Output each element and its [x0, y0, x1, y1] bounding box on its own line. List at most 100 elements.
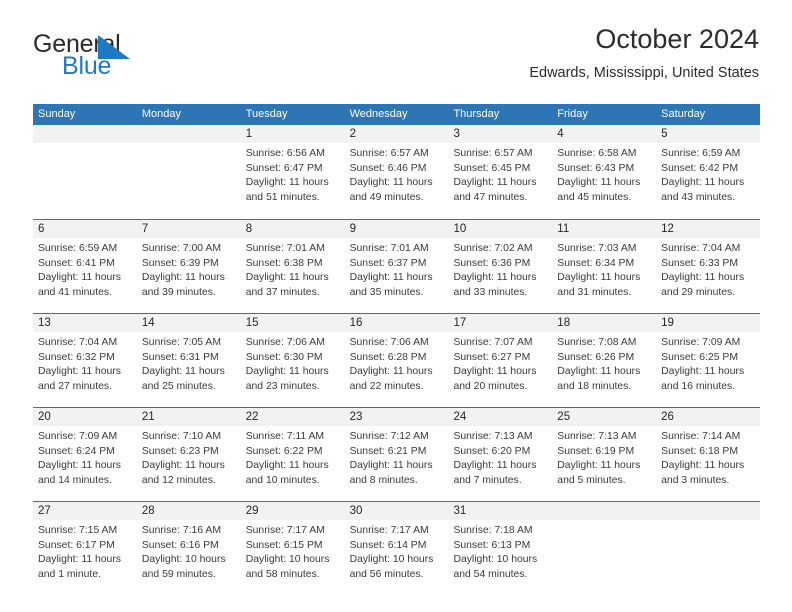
- day-sun-info: Sunrise: 7:17 AM Sunset: 6:15 PM Daylight:…: [241, 520, 345, 582]
- day-sun-info: Sunrise: 7:07 AM Sunset: 6:27 PM Daylight:…: [448, 332, 552, 394]
- day-cell[interactable]: 4 Sunrise: 6:58 AM Sunset: 6:43 PM Daylight…: [552, 125, 657, 219]
- day-cell[interactable]: 7 Sunrise: 7:00 AM Sunset: 6:39 PM Daylight…: [136, 220, 241, 313]
- day-cell[interactable]: 28 Sunrise: 7:16 AM Sunset: 6:16 PM Dayligh…: [136, 502, 241, 595]
- day-cell[interactable]: 22 Sunrise: 7:11 AM Sunset: 6:22 PM Dayligh…: [240, 408, 345, 501]
- day-cell[interactable]: 11 Sunrise: 7:03 AM Sunset: 6:34 PM Dayligh…: [552, 220, 657, 313]
- calendar-week-row: 1 Sunrise: 6:56 AM Sunset: 6:47 PM Daylight…: [33, 125, 761, 219]
- sunrise-text: Sunrise: 7:04 AM: [661, 243, 741, 254]
- day-sun-info: Sunrise: 6:57 AM Sunset: 6:46 PM Daylight:…: [345, 143, 449, 205]
- daylight-text: Daylight: 11 hours and 23 minutes.: [245, 366, 329, 392]
- day-number-band: 15: [240, 314, 345, 332]
- sunset-text: Sunset: 6:46 PM: [349, 162, 427, 174]
- day-number: 8: [245, 223, 253, 235]
- brand-name-blue: Blue: [62, 52, 112, 80]
- day-cell-empty: [656, 502, 761, 595]
- daylight-text: Daylight: 11 hours and 39 minutes.: [141, 272, 225, 298]
- daylight-text: Daylight: 11 hours and 29 minutes.: [661, 272, 745, 298]
- daylight-text: Daylight: 11 hours and 47 minutes.: [453, 177, 537, 203]
- day-cell[interactable]: 30 Sunrise: 7:17 AM Sunset: 6:14 PM Dayligh…: [344, 502, 449, 595]
- day-cell[interactable]: 24 Sunrise: 7:13 AM Sunset: 6:20 PM Dayligh…: [448, 408, 553, 501]
- daylight-text: Daylight: 11 hours and 41 minutes.: [38, 272, 121, 298]
- day-number: 6: [38, 223, 45, 235]
- day-cell[interactable]: 16 Sunrise: 7:06 AM Sunset: 6:28 PM Dayligh…: [344, 314, 449, 407]
- sunset-text: Sunset: 6:20 PM: [453, 445, 531, 457]
- day-cell-empty: [552, 502, 657, 595]
- sunrise-text: Sunrise: 7:16 AM: [141, 525, 221, 536]
- day-cell[interactable]: 18 Sunrise: 7:08 AM Sunset: 6:26 PM Dayligh…: [552, 314, 657, 407]
- day-cell-empty: [136, 125, 241, 219]
- day-cell[interactable]: 23 Sunrise: 7:12 AM Sunset: 6:21 PM Dayligh…: [344, 408, 449, 501]
- day-cell[interactable]: 19 Sunrise: 7:09 AM Sunset: 6:25 PM Dayligh…: [656, 314, 761, 407]
- day-cell[interactable]: 31 Sunrise: 7:18 AM Sunset: 6:13 PM Dayligh…: [448, 502, 553, 595]
- sunset-text: Sunset: 6:25 PM: [661, 351, 738, 363]
- daylight-text: Daylight: 11 hours and 51 minutes.: [245, 177, 329, 203]
- sunrise-text: Sunrise: 7:08 AM: [557, 337, 637, 348]
- day-cell[interactable]: 9 Sunrise: 7:01 AM Sunset: 6:37 PM Daylight…: [344, 220, 449, 313]
- day-cell[interactable]: 26 Sunrise: 7:14 AM Sunset: 6:18 PM Dayligh…: [656, 408, 761, 501]
- day-number-band: 11: [552, 220, 657, 238]
- sunrise-text: Sunrise: 7:07 AM: [453, 337, 533, 348]
- daylight-text: Daylight: 11 hours and 20 minutes.: [453, 366, 537, 392]
- daylight-text: Daylight: 11 hours and 10 minutes.: [245, 460, 329, 486]
- title-block: October 2024 Edwards, Mississippi, Unite…: [529, 22, 759, 84]
- day-number-band: 18: [552, 314, 657, 332]
- day-number-band: 3: [448, 125, 553, 143]
- day-cell[interactable]: 25 Sunrise: 7:13 AM Sunset: 6:19 PM Dayligh…: [552, 408, 657, 501]
- sunset-text: Sunset: 6:23 PM: [141, 445, 219, 457]
- day-cell[interactable]: 2 Sunrise: 6:57 AM Sunset: 6:46 PM Daylight…: [344, 125, 449, 219]
- day-sun-info: Sunrise: 7:02 AM Sunset: 6:36 PM Daylight:…: [448, 238, 552, 300]
- day-number: 7: [141, 223, 149, 235]
- day-cell[interactable]: 20 Sunrise: 7:09 AM Sunset: 6:24 PM Dayligh…: [33, 408, 137, 501]
- day-sun-info: Sunrise: 6:59 AM Sunset: 6:41 PM Daylight:…: [33, 238, 137, 300]
- sunrise-text: Sunrise: 7:17 AM: [245, 525, 325, 536]
- daylight-text: Daylight: 11 hours and 12 minutes.: [141, 460, 225, 486]
- day-cell[interactable]: 6 Sunrise: 6:59 AM Sunset: 6:41 PM Daylight…: [33, 220, 137, 313]
- sunset-text: Sunset: 6:22 PM: [245, 445, 323, 457]
- day-number: 10: [453, 223, 467, 235]
- day-sun-info: Sunrise: 7:15 AM Sunset: 6:17 PM Daylight:…: [33, 520, 137, 582]
- sunset-text: Sunset: 6:47 PM: [245, 162, 323, 174]
- calendar-grid: Sunday Monday Tuesday Wednesday Thursday Frid…: [33, 104, 761, 595]
- calendar-week-row: 27 Sunrise: 7:15 AM Sunset: 6:17 PM Dayligh…: [33, 501, 761, 595]
- day-cell[interactable]: 5 Sunrise: 6:59 AM Sunset: 6:42 PM Daylight…: [656, 125, 761, 219]
- day-cell[interactable]: 14 Sunrise: 7:05 AM Sunset: 6:31 PM Dayligh…: [136, 314, 241, 407]
- sunrise-text: Sunrise: 7:17 AM: [349, 525, 429, 536]
- daylight-text: Daylight: 11 hours and 25 minutes.: [141, 366, 225, 392]
- day-sun-info: Sunrise: 6:56 AM Sunset: 6:47 PM Daylight:…: [241, 143, 345, 205]
- calendar-week-row: 6 Sunrise: 6:59 AM Sunset: 6:41 PM Daylight…: [33, 219, 761, 313]
- daylight-text: Daylight: 11 hours and 8 minutes.: [349, 460, 433, 486]
- sunset-text: Sunset: 6:30 PM: [245, 351, 323, 363]
- weekday-header-friday: Friday: [557, 108, 588, 120]
- day-cell[interactable]: 10 Sunrise: 7:02 AM Sunset: 6:36 PM Dayligh…: [448, 220, 553, 313]
- day-number-band: 21: [136, 408, 241, 426]
- day-sun-info: Sunrise: 7:09 AM Sunset: 6:24 PM Daylight:…: [33, 426, 137, 488]
- day-cell[interactable]: 17 Sunrise: 7:07 AM Sunset: 6:27 PM Dayligh…: [448, 314, 553, 407]
- day-cell[interactable]: 27 Sunrise: 7:15 AM Sunset: 6:17 PM Dayligh…: [33, 502, 137, 595]
- day-cell[interactable]: 21 Sunrise: 7:10 AM Sunset: 6:23 PM Dayligh…: [136, 408, 241, 501]
- day-sun-info: Sunrise: 7:10 AM Sunset: 6:23 PM Daylight:…: [137, 426, 241, 488]
- calendar-page: General Blue October 2024 Edwards, Missi…: [0, 0, 792, 612]
- sunrise-text: Sunrise: 7:11 AM: [245, 431, 325, 442]
- day-number: 19: [661, 317, 674, 329]
- day-cell[interactable]: 3 Sunrise: 6:57 AM Sunset: 6:45 PM Daylight…: [448, 125, 553, 219]
- day-cell[interactable]: 12 Sunrise: 7:04 AM Sunset: 6:33 PM Dayligh…: [656, 220, 761, 313]
- daylight-text: Daylight: 11 hours and 18 minutes.: [557, 366, 641, 392]
- day-number: 13: [38, 317, 51, 329]
- day-number: 2: [349, 128, 356, 140]
- sunset-text: Sunset: 6:31 PM: [141, 351, 219, 363]
- day-number-band: 13: [33, 314, 137, 332]
- daylight-text: Daylight: 11 hours and 1 minute.: [38, 554, 121, 580]
- sunrise-text: Sunrise: 7:09 AM: [38, 431, 118, 442]
- sunset-text: Sunset: 6:21 PM: [349, 445, 427, 457]
- calendar-week-row: 13 Sunrise: 7:04 AM Sunset: 6:32 PM Dayligh…: [33, 313, 761, 407]
- day-cell[interactable]: 13 Sunrise: 7:04 AM Sunset: 6:32 PM Dayligh…: [33, 314, 137, 407]
- daylight-text: Daylight: 11 hours and 43 minutes.: [661, 177, 745, 203]
- daylight-text: Daylight: 10 hours and 54 minutes.: [453, 554, 538, 580]
- sunset-text: Sunset: 6:45 PM: [453, 162, 531, 174]
- day-cell[interactable]: 1 Sunrise: 6:56 AM Sunset: 6:47 PM Daylight…: [240, 125, 345, 219]
- day-cell[interactable]: 8 Sunrise: 7:01 AM Sunset: 6:38 PM Daylight…: [240, 220, 345, 313]
- day-cell[interactable]: 29 Sunrise: 7:17 AM Sunset: 6:15 PM Dayligh…: [240, 502, 345, 595]
- day-cell[interactable]: 15 Sunrise: 7:06 AM Sunset: 6:30 PM Dayligh…: [240, 314, 345, 407]
- daylight-text: Daylight: 11 hours and 5 minutes.: [557, 460, 641, 486]
- day-number-band: 1: [240, 125, 345, 143]
